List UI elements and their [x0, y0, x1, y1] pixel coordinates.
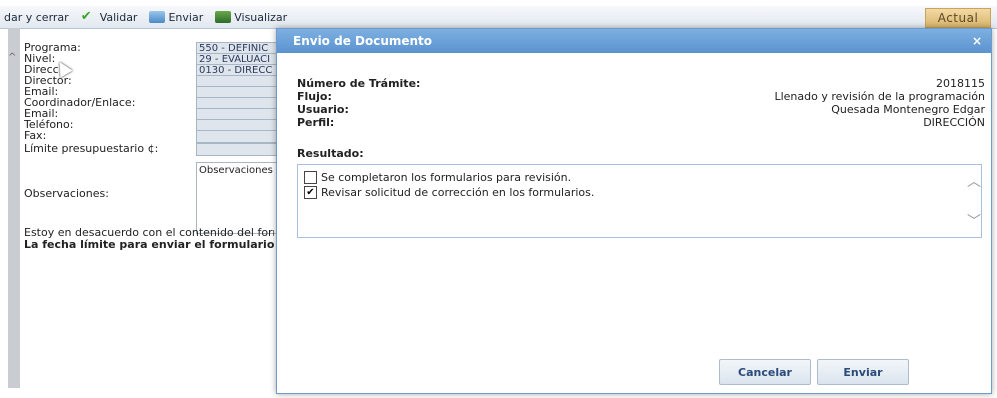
resultado-list: Se completaron los formularios para revi… — [297, 164, 982, 238]
check-icon: ✔ — [80, 9, 92, 24]
option-request-correction[interactable]: ✔ Revisar solicitud de corrección en los… — [304, 186, 594, 199]
scroll-up-icon[interactable]: ^ — [8, 52, 16, 63]
toolbar: dar y cerrar ✔ Validar Enviar Visualizar… — [0, 6, 997, 29]
send-button[interactable]: Enviar — [817, 359, 909, 385]
deadline-note: La fecha límite para enviar el formulari… — [24, 238, 274, 251]
page-scrollbar[interactable] — [8, 28, 20, 388]
view-label: Visualizar — [234, 10, 288, 24]
option-completed[interactable]: Se completaron los formularios para revi… — [304, 171, 571, 184]
view-button[interactable]: Visualizar — [207, 11, 287, 24]
info-row: Flujo: Llenado y revisión de la programa… — [297, 90, 985, 103]
validate-label: Validar — [99, 10, 138, 24]
option-label: Revisar solicitud de corrección en los f… — [321, 186, 595, 199]
document-info: Número de Trámite: 2018115 Flujo: Llenad… — [297, 77, 985, 129]
cancel-button[interactable]: Cancelar — [719, 359, 811, 385]
info-key: Usuario: — [297, 103, 349, 116]
send-toolbar-button[interactable]: Enviar — [141, 11, 203, 24]
save-close-label: dar y cerrar — [4, 10, 69, 24]
info-key: Número de Trámite: — [297, 77, 421, 90]
resultado-label: Resultado: — [297, 147, 364, 160]
view-icon — [215, 11, 232, 23]
checkbox-request-correction[interactable]: ✔ — [304, 186, 317, 199]
send-document-dialog: Envio de Documento × Número de Trámite: … — [276, 28, 992, 394]
info-value: Quesada Montenegro Edgar — [831, 103, 985, 116]
list-scrollbar[interactable]: ︿ ﹀ — [965, 165, 981, 237]
save-close-button[interactable]: dar y cerrar — [4, 11, 69, 24]
field-label: Límite presupuestario ¢: — [24, 142, 159, 155]
chevron-up-icon[interactable]: ︿ — [967, 171, 981, 191]
info-value: 2018115 — [936, 77, 985, 90]
chevron-down-icon[interactable]: ﹀ — [967, 211, 981, 231]
send-toolbar-label: Enviar — [168, 10, 204, 24]
info-value: Llenado y revisión de la programación — [774, 90, 985, 103]
info-row: Usuario: Quesada Montenegro Edgar — [297, 103, 985, 116]
observaciones-label: Observaciones: — [24, 187, 109, 200]
checkbox-completed[interactable] — [304, 171, 317, 184]
close-icon[interactable]: × — [969, 29, 985, 53]
tab-actual[interactable]: Actual — [925, 8, 991, 28]
validate-button[interactable]: ✔ Validar — [73, 9, 138, 24]
dialog-title: Envio de Documento — [293, 34, 433, 48]
send-icon — [149, 11, 166, 23]
info-key: Flujo: — [297, 90, 332, 103]
info-row: Perfil: DIRECCIÓN — [297, 116, 985, 129]
info-value: DIRECCIÓN — [923, 116, 985, 129]
info-key: Perfil: — [297, 116, 335, 129]
option-label: Se completaron los formularios para revi… — [321, 171, 572, 184]
info-row: Número de Trámite: 2018115 — [297, 77, 985, 90]
field-label: Fax: — [24, 129, 47, 142]
dialog-title-bar: Envio de Documento × — [277, 29, 991, 53]
